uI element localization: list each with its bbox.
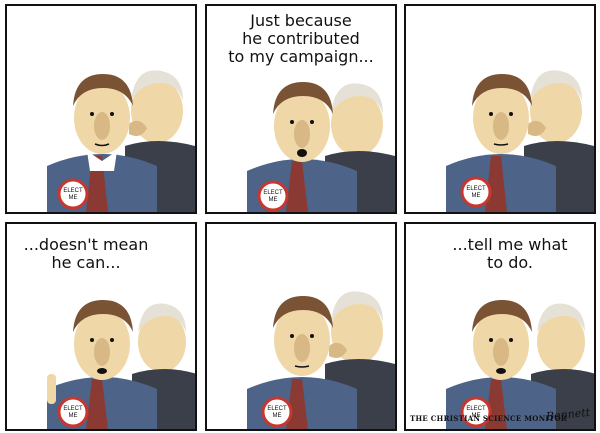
comic-panel-6: ...tell me what to do. ELECT ME THE CHRI… (404, 222, 596, 431)
svg-text:ELECT: ELECT (63, 188, 83, 194)
svg-text:ME: ME (472, 193, 481, 199)
svg-text:ME: ME (69, 413, 78, 419)
svg-text:ELECT: ELECT (267, 406, 287, 412)
svg-text:ME: ME (69, 195, 78, 201)
advisor-whispering-illustration: ELECT ME (446, 70, 594, 212)
advisor-whispering-again-illustration: ELECT ME (247, 291, 395, 429)
candidate-speaking-illustration: ELECT ME (247, 82, 395, 212)
candidate-final-illustration: ELECT ME (446, 300, 594, 429)
svg-text:ELECT: ELECT (263, 190, 283, 196)
comic-panel-2: Just because he contributed to my campai… (205, 4, 397, 214)
comic-panel-1: ELECT ME (5, 4, 197, 214)
svg-text:ELECT: ELECT (466, 406, 486, 412)
comic-panel-3: ELECT ME (404, 4, 596, 214)
comic-panel-4: ...doesn't mean he can... ELECT ME (5, 222, 197, 431)
candidate-ignoring-illustration: ELECT ME (47, 70, 195, 212)
svg-text:ME: ME (273, 413, 282, 419)
svg-text:ELECT: ELECT (466, 186, 486, 192)
comic-panel-5: ELECT ME (205, 222, 397, 431)
svg-text:ELECT: ELECT (63, 406, 83, 412)
svg-text:ME: ME (269, 197, 278, 203)
candidate-finger-raised-illustration: ELECT ME (47, 300, 195, 429)
publication-credit: THE CHRISTIAN SCIENCE MONITOR (410, 414, 567, 423)
